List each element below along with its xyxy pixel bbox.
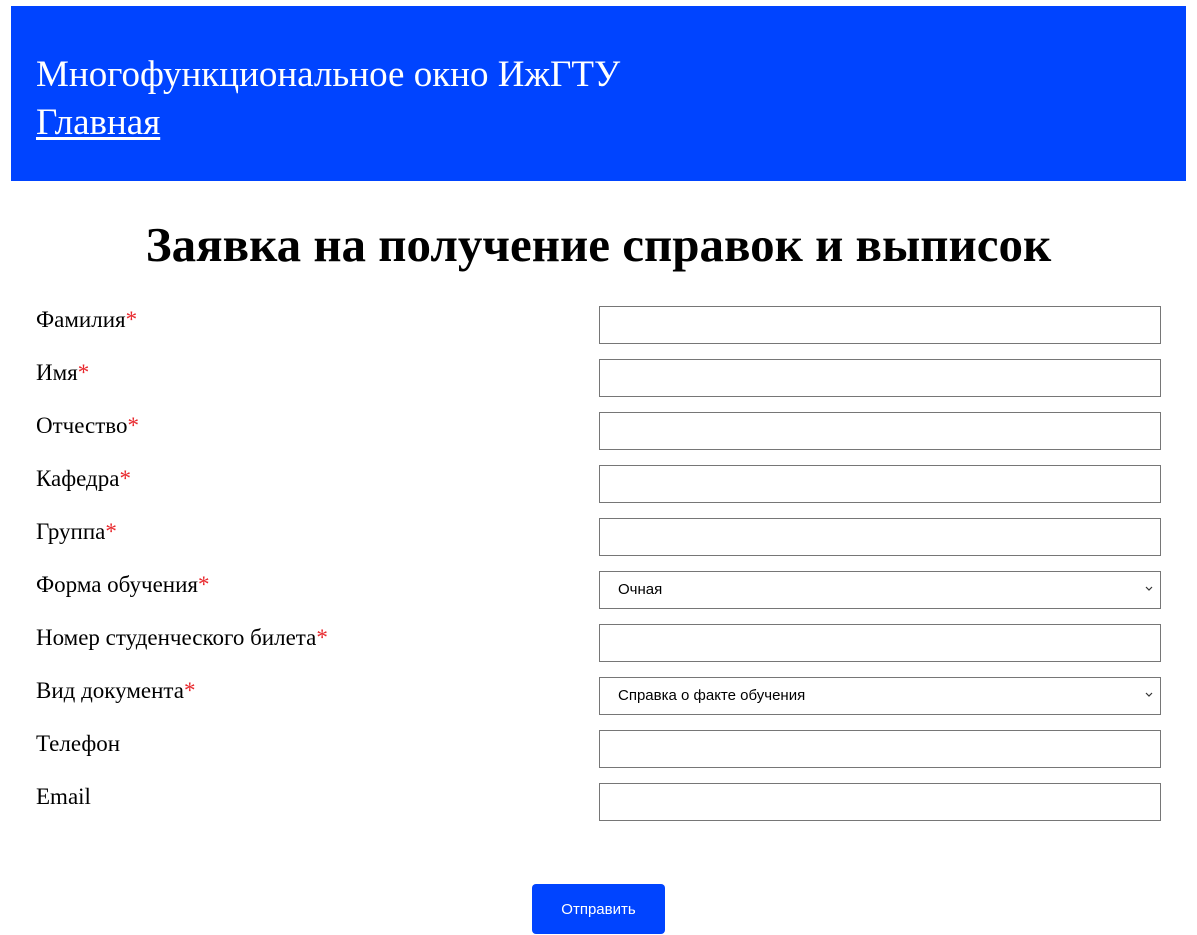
form-row-document-type: Вид документа* Справка о факте обучения [0, 677, 1197, 715]
group-input[interactable] [599, 518, 1161, 556]
student-id-input[interactable] [599, 624, 1161, 662]
study-form-label: Форма обучения* [36, 572, 210, 597]
site-title: Многофункциональное окно ИжГТУ [36, 54, 621, 95]
page-title: Заявка на получение справок и выписок [145, 217, 1052, 272]
form-row-group: Группа* [0, 518, 1197, 556]
surname-input[interactable] [599, 306, 1161, 344]
phone-label: Телефон [36, 731, 121, 756]
form-row-phone: Телефон [0, 730, 1197, 768]
site-header: Многофункциональное окно ИжГТУ Главная [11, 6, 1186, 181]
phone-input[interactable] [599, 730, 1161, 768]
required-marker: * [127, 413, 139, 438]
required-marker: * [77, 360, 90, 385]
first-name-label: Имя* [36, 360, 90, 385]
form-row-email: Email [0, 783, 1197, 821]
patronymic-input[interactable] [599, 412, 1161, 450]
form-row-department: Кафедра* [0, 465, 1197, 503]
form-row-patronymic: Отчество* [0, 412, 1197, 450]
surname-label: Фамилия* [36, 307, 138, 332]
first-name-input[interactable] [599, 359, 1161, 397]
required-marker: * [125, 307, 138, 332]
required-marker: * [105, 519, 117, 544]
department-input[interactable] [599, 465, 1161, 503]
study-form-select[interactable]: Очная [599, 571, 1161, 609]
patronymic-label: Отчество* [36, 413, 139, 438]
required-marker: * [183, 678, 196, 703]
form-row-surname: Фамилия* [0, 306, 1197, 344]
student-id-label: Номер студенческого билета* [36, 625, 328, 650]
department-label: Кафедра* [36, 466, 131, 491]
group-label: Группа* [36, 519, 117, 544]
document-type-label: Вид документа* [36, 678, 196, 703]
home-link[interactable]: Главная [36, 102, 160, 144]
email-label: Email [36, 784, 91, 809]
required-marker: * [316, 625, 328, 650]
form-row-first-name: Имя* [0, 359, 1197, 397]
document-type-select[interactable]: Справка о факте обучения [599, 677, 1161, 715]
required-marker: * [119, 466, 131, 491]
form-row-study-form: Форма обучения* Очная [0, 571, 1197, 609]
submit-button[interactable]: Отправить [532, 884, 665, 934]
required-marker: * [197, 572, 210, 597]
email-input[interactable] [599, 783, 1161, 821]
form-row-student-id: Номер студенческого билета* [0, 624, 1197, 662]
